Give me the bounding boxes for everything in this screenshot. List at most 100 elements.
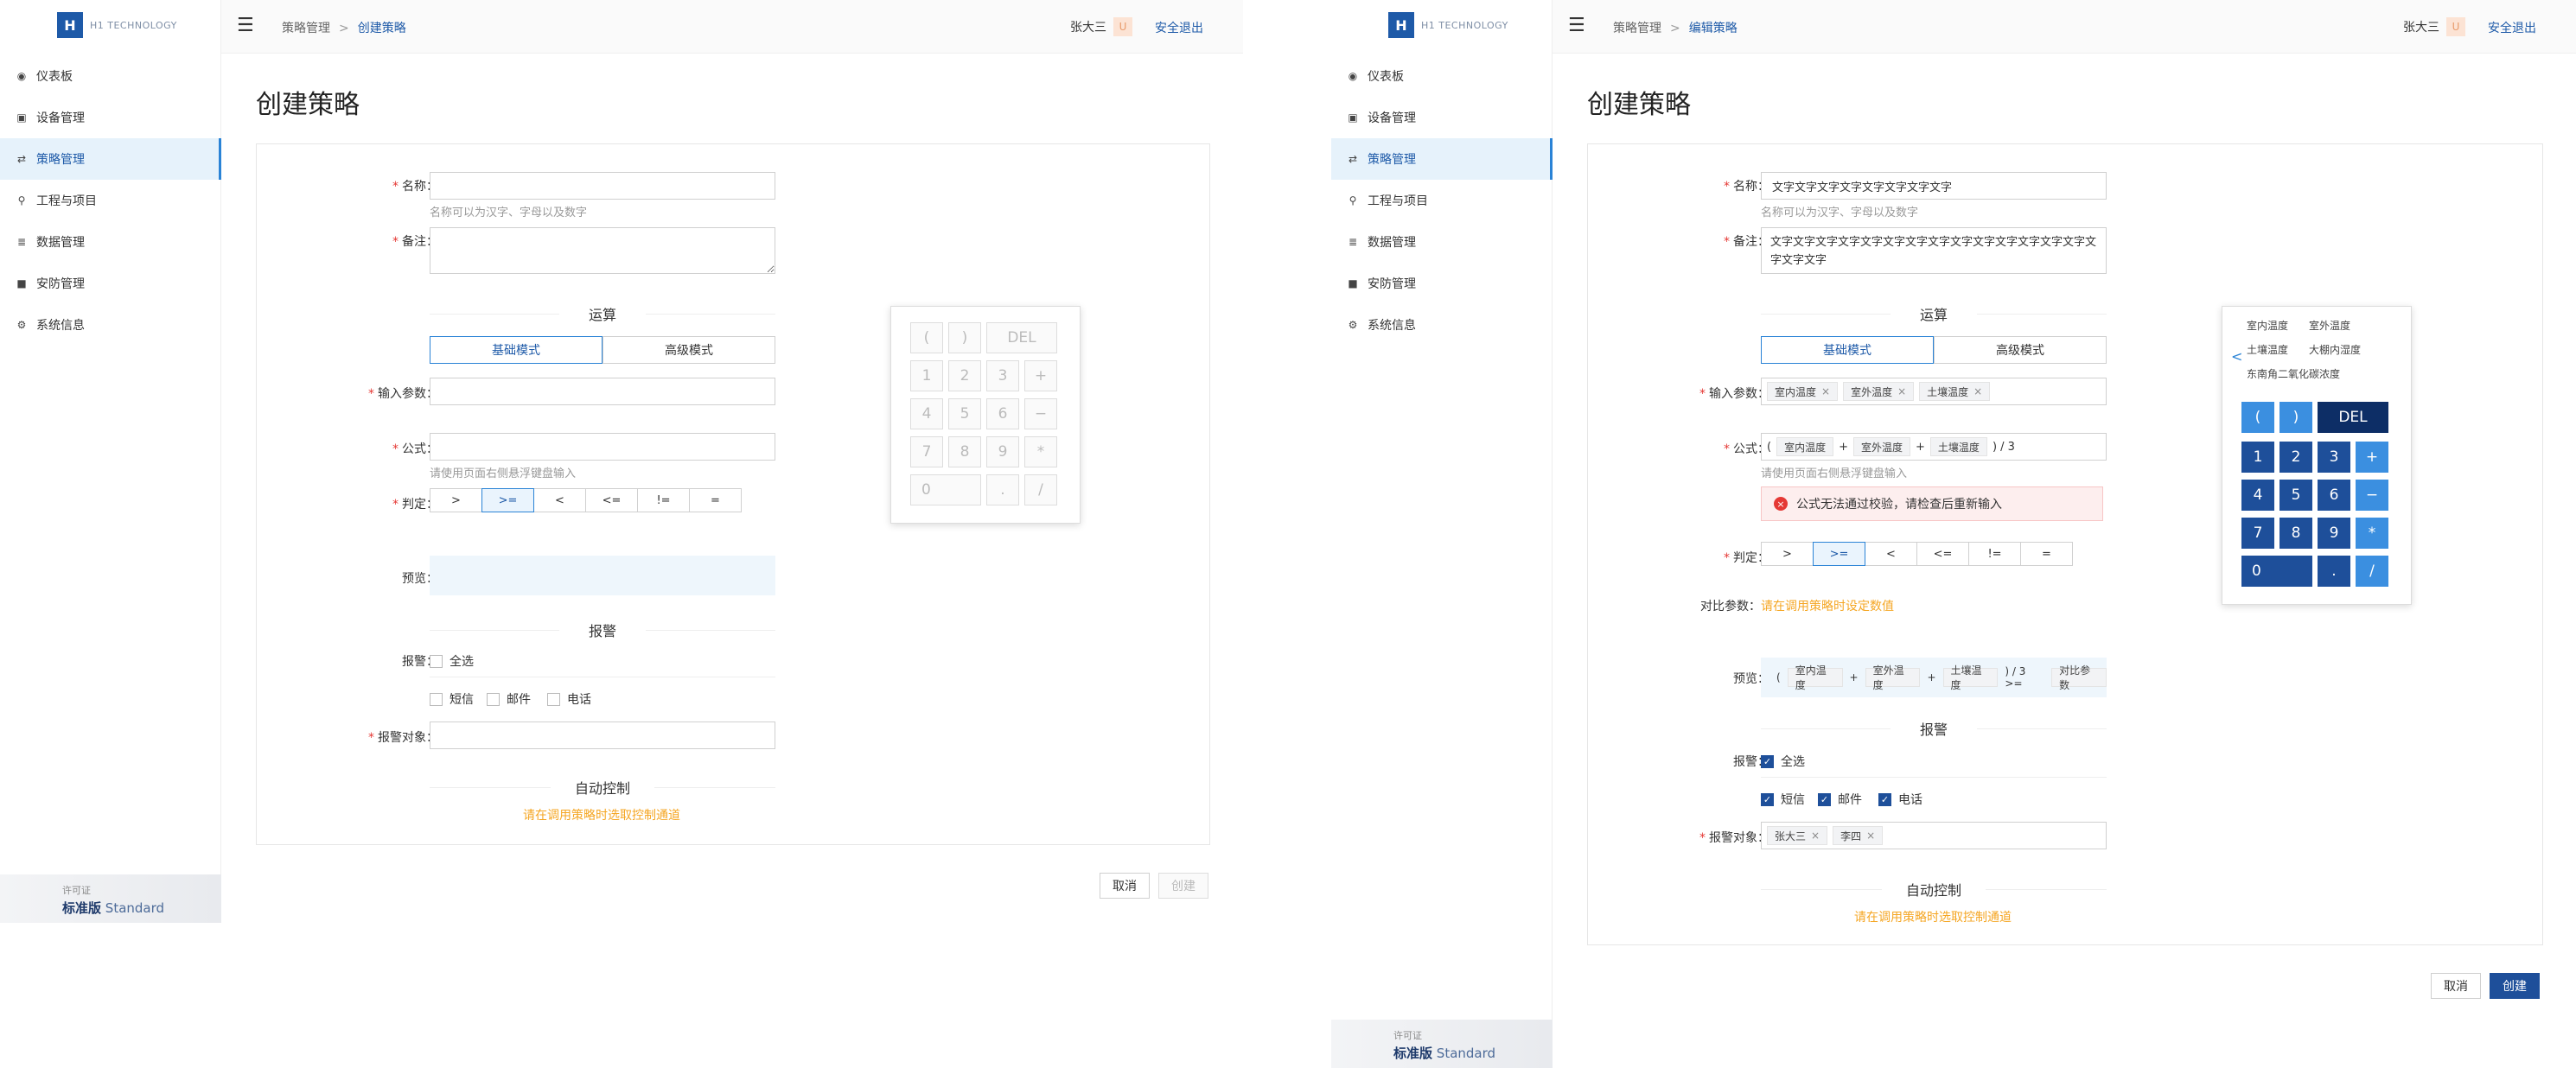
operator-gte[interactable]: >=	[1813, 542, 1865, 566]
operator-neq[interactable]: !=	[1968, 542, 2021, 566]
key-7[interactable]: 7	[2241, 518, 2274, 549]
key-dot[interactable]: .	[2318, 556, 2350, 587]
key-rparen[interactable]: )	[2280, 402, 2312, 433]
sidebar-item-devices[interactable]: ▣ 设备管理	[1331, 97, 1553, 138]
operator-neq[interactable]: !=	[637, 488, 690, 512]
cancel-button[interactable]: 取消	[2431, 973, 2481, 999]
operator-gte[interactable]: >=	[481, 488, 534, 512]
phone-checkbox[interactable]: 电话	[547, 690, 591, 708]
key-multiply[interactable]: *	[2356, 518, 2388, 549]
operator-eq[interactable]: =	[2020, 542, 2073, 566]
sidebar-item-strategy[interactable]: ⇄ 策略管理	[0, 138, 221, 180]
create-button[interactable]: 创建	[1158, 873, 1208, 899]
tab-advanced-mode[interactable]: 高级模式	[1934, 336, 2107, 364]
key-1[interactable]: 1	[2241, 442, 2274, 473]
tag-close-icon[interactable]: ×	[1897, 385, 1906, 397]
breadcrumb-root[interactable]: 策略管理	[282, 22, 330, 35]
cancel-button[interactable]: 取消	[1100, 873, 1150, 899]
operator-lt[interactable]: <	[1865, 542, 1917, 566]
breadcrumb-root[interactable]: 策略管理	[1613, 22, 1661, 35]
sidebar-item-data[interactable]: ≣ 数据管理	[1331, 221, 1553, 263]
remark-textarea[interactable]: 文字文字文字文字文字文字文字文字文字文字文字文字文字文字文字文字文字	[1761, 227, 2107, 274]
formula-input[interactable]: ( 室内温度 + 室外温度 + 土壤温度 ) / 3	[1761, 433, 2107, 461]
formula-label: * 公式：	[1724, 442, 1769, 456]
sms-checkbox[interactable]: 短信	[430, 690, 474, 708]
key-2[interactable]: 2	[2280, 442, 2312, 473]
sidebar-item-dashboard[interactable]: ◉ 仪表板	[0, 55, 221, 97]
key-minus[interactable]: −	[2356, 480, 2388, 511]
sidebar-item-system[interactable]: ⚙ 系统信息	[0, 304, 221, 346]
preview-tag: 室外温度	[1865, 664, 1921, 691]
sidebar-item-strategy[interactable]: ⇄ 策略管理	[1331, 138, 1553, 180]
tag-close-icon[interactable]: ×	[1821, 385, 1830, 397]
alarm-target-field[interactable]	[430, 722, 775, 749]
input-params-field[interactable]	[430, 378, 775, 405]
param-option[interactable]: 室内温度	[2240, 315, 2296, 334]
formula-open-paren: (	[1767, 440, 1772, 454]
sidebar-item-devices[interactable]: ▣ 设备管理	[0, 97, 221, 138]
tag-close-icon[interactable]: ×	[1811, 830, 1820, 842]
sidebar-item-security[interactable]: ■ 安防管理	[1331, 263, 1553, 304]
sms-checkbox[interactable]: ✓ 短信	[1761, 791, 1805, 808]
key-0[interactable]: 0	[2241, 556, 2312, 587]
alarm-label: 报警：	[1733, 755, 1769, 769]
tag-close-icon[interactable]: ×	[1866, 830, 1875, 842]
mail-checkbox[interactable]: ✓ 邮件	[1818, 791, 1862, 808]
sidebar-item-dashboard[interactable]: ◉ 仪表板	[1331, 55, 1553, 97]
name-input[interactable]: 文字文字文字文字文字文字文字文字	[1761, 172, 2107, 200]
auto-control-hint: 请在调用策略时选取控制通道	[523, 809, 680, 823]
param-option[interactable]: 室外温度	[2302, 315, 2358, 334]
key-lparen[interactable]: (	[2241, 402, 2274, 433]
logout-link[interactable]: 安全退出	[1155, 19, 1203, 36]
select-all-checkbox[interactable]: 全选	[430, 652, 474, 670]
formula-input[interactable]	[430, 433, 775, 461]
operator-eq[interactable]: =	[689, 488, 742, 512]
sidebar-item-projects[interactable]: ⚲ 工程与项目	[1331, 180, 1553, 221]
remark-textarea[interactable]	[430, 227, 775, 274]
license-title: 许可证	[62, 885, 91, 896]
operator-gt[interactable]: >	[1761, 542, 1814, 566]
tab-basic-mode[interactable]: 基础模式	[430, 336, 603, 364]
key-3[interactable]: 3	[2318, 442, 2350, 473]
key-9[interactable]: 9	[2318, 518, 2350, 549]
tab-basic-mode[interactable]: 基础模式	[1761, 336, 1934, 364]
operator-gt[interactable]: >	[430, 488, 482, 512]
sidebar-item-system[interactable]: ⚙ 系统信息	[1331, 304, 1553, 346]
sidebar-item-security[interactable]: ■ 安防管理	[0, 263, 221, 304]
alarm-target-field[interactable]: 张大三 × 李四 ×	[1761, 822, 2107, 849]
user-info[interactable]: 张大三 U	[1070, 17, 1132, 36]
logout-link[interactable]: 安全退出	[2488, 19, 2536, 36]
menu-toggle-icon[interactable]: ☰	[237, 16, 256, 35]
compare-hint: 请在调用策略时设定数值	[1761, 600, 1894, 613]
tag-close-icon[interactable]: ×	[1973, 385, 1982, 397]
create-button[interactable]: 创建	[2490, 973, 2540, 999]
key-8[interactable]: 8	[2280, 518, 2312, 549]
param-option[interactable]: 东南角二氧化碳浓度	[2240, 364, 2348, 383]
chevron-left-icon[interactable]: <	[2231, 348, 2242, 365]
tab-advanced-mode[interactable]: 高级模式	[603, 336, 775, 364]
input-params-field[interactable]: 室内温度 × 室外温度 × 土壤温度 ×	[1761, 378, 2107, 405]
key-4[interactable]: 4	[2241, 480, 2274, 511]
param-option[interactable]: 大棚内湿度	[2302, 340, 2369, 359]
mail-checkbox[interactable]: 邮件	[487, 690, 531, 708]
select-all-checkbox[interactable]: ✓ 全选	[1761, 753, 1805, 770]
key-plus[interactable]: +	[2356, 442, 2388, 473]
operator-lte[interactable]: <=	[1916, 542, 1969, 566]
lock-icon: ▣	[16, 111, 27, 124]
param-option[interactable]: 土壤温度	[2240, 340, 2296, 359]
sidebar-item-projects[interactable]: ⚲ 工程与项目	[0, 180, 221, 221]
key-5[interactable]: 5	[2280, 480, 2312, 511]
key-del[interactable]: DEL	[2318, 402, 2388, 433]
operator-lte[interactable]: <=	[585, 488, 638, 512]
sidebar-item-data[interactable]: ≣ 数据管理	[0, 221, 221, 263]
operator-lt[interactable]: <	[533, 488, 586, 512]
key-6[interactable]: 6	[2318, 480, 2350, 511]
menu-toggle-icon[interactable]: ☰	[1568, 16, 1587, 35]
key-divide[interactable]: /	[2356, 556, 2388, 587]
phone-checkbox[interactable]: ✓ 电话	[1878, 791, 1922, 808]
name-label: * 名称：	[1724, 180, 1769, 194]
user-info[interactable]: 张大三 U	[2403, 17, 2465, 36]
error-message: 公式无法通过校验，请检查后重新输入	[1796, 498, 2002, 512]
key-7: 7	[910, 436, 943, 467]
name-input[interactable]	[430, 172, 775, 200]
